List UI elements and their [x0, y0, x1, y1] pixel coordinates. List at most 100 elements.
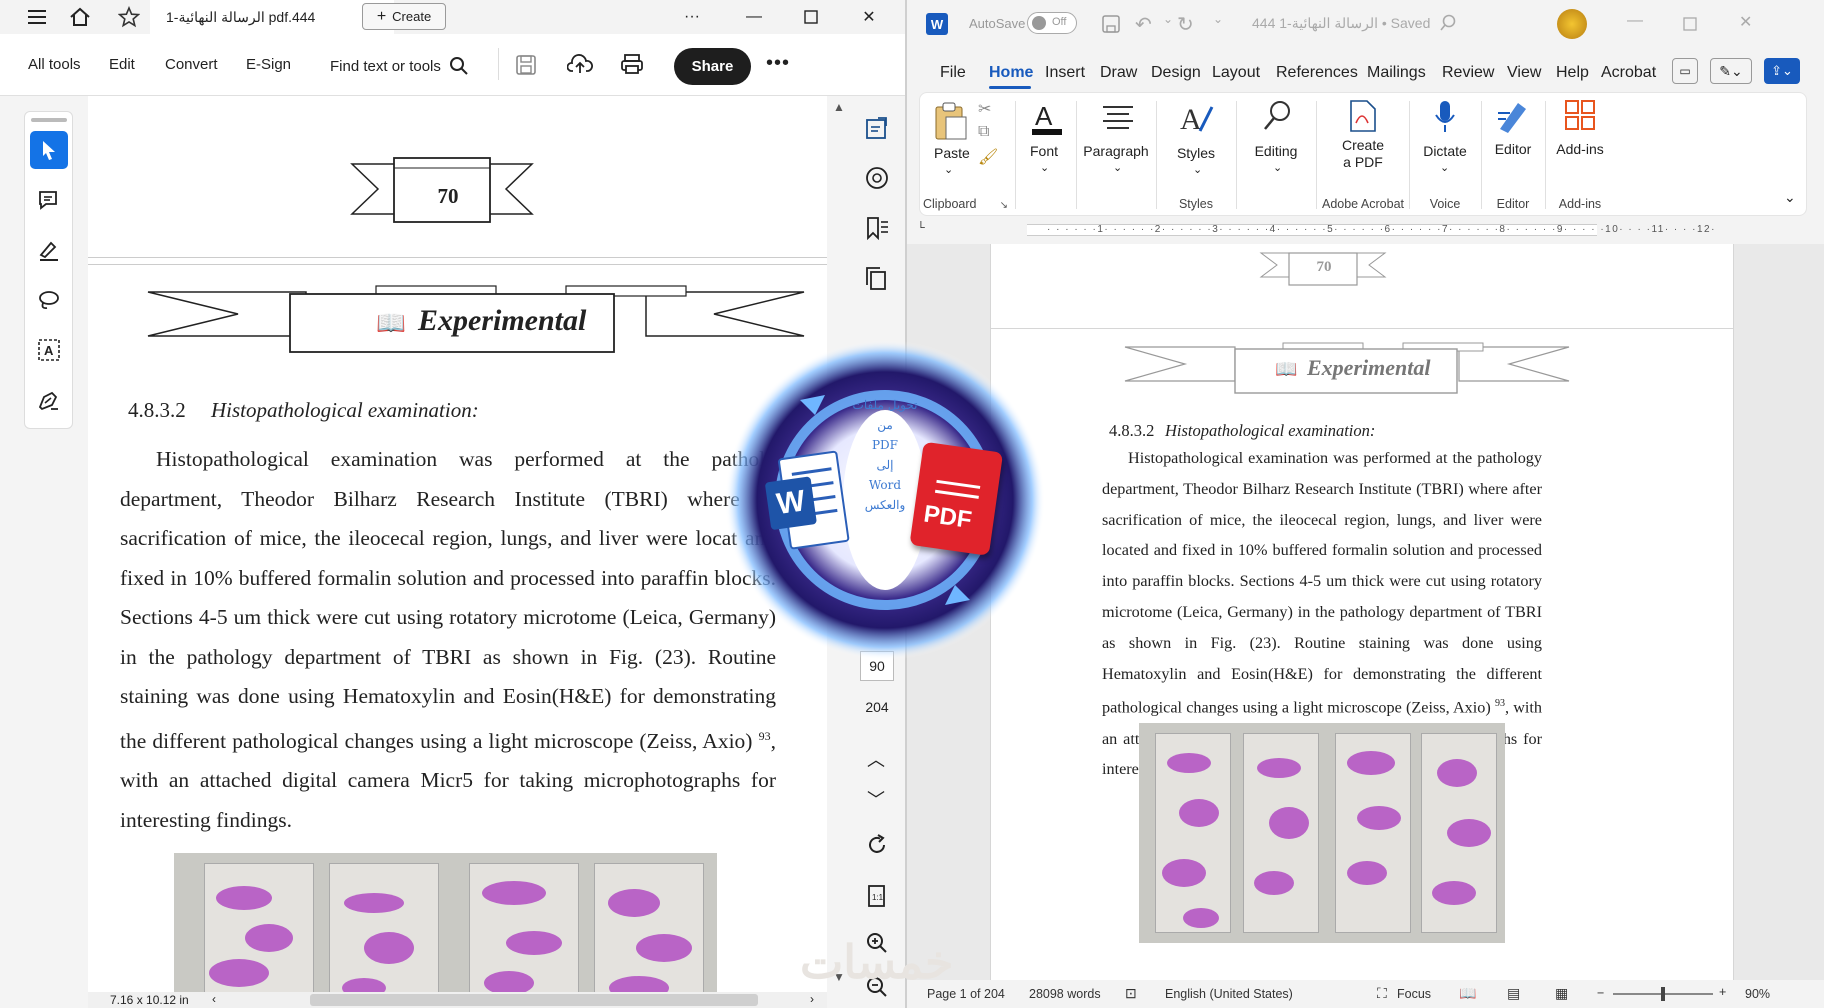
bookmark-icon[interactable] — [864, 216, 890, 240]
paste-dropdown-icon[interactable]: ⌄ — [944, 163, 953, 176]
print-icon[interactable] — [620, 53, 644, 75]
editor-icon[interactable] — [1496, 99, 1530, 135]
addins-icon[interactable] — [1564, 99, 1596, 131]
print-layout-icon[interactable]: ▤ — [1507, 985, 1520, 1002]
collapse-ribbon-icon[interactable]: ⌄ — [1784, 189, 1796, 206]
create-pdf-label-1[interactable]: Create — [1320, 137, 1406, 153]
microphone-icon[interactable] — [1434, 99, 1456, 135]
cut-icon[interactable]: ✂ — [978, 99, 991, 119]
zoom-out-icon[interactable]: − — [1597, 986, 1604, 1000]
proofing-icon[interactable]: ⊡ — [1125, 985, 1137, 1002]
tab-draw[interactable]: Draw — [1100, 64, 1137, 82]
minimize-icon[interactable]: — — [1627, 12, 1643, 30]
home-icon[interactable] — [63, 0, 97, 34]
tab-file[interactable]: File — [940, 64, 966, 82]
word-count[interactable]: 28098 words — [1029, 987, 1101, 1001]
fit-page-icon[interactable]: 1:1 — [866, 884, 888, 908]
tab-help[interactable]: Help — [1556, 64, 1589, 82]
document-title[interactable]: 444 الرسالة النهائية-1 • Saved — [1252, 15, 1430, 32]
more-tools-icon[interactable]: ••• — [766, 52, 790, 75]
save-icon[interactable] — [1101, 14, 1121, 34]
next-page-icon[interactable]: ﹀ — [867, 786, 885, 812]
select-tool-icon[interactable] — [30, 131, 68, 169]
minimize-icon[interactable]: — — [726, 0, 782, 34]
zoom-in-icon[interactable]: + — [1719, 985, 1726, 999]
format-painter-icon[interactable]: 🖌 — [978, 147, 998, 167]
menu-edit[interactable]: Edit — [109, 56, 135, 73]
menu-convert[interactable]: Convert — [165, 56, 218, 73]
page-count[interactable]: Page 1 of 204 — [927, 987, 1005, 1001]
addins-label[interactable]: Add-ins — [1548, 141, 1612, 157]
scroll-left-icon[interactable]: ‹ — [212, 992, 216, 1006]
close-window-icon[interactable]: ✕ — [841, 0, 897, 34]
maximize-icon[interactable] — [783, 0, 839, 34]
star-icon[interactable] — [112, 0, 146, 34]
comments-icon[interactable]: ▭ — [1672, 58, 1698, 84]
undo-icon[interactable]: ↶ — [1135, 12, 1152, 37]
tab-design[interactable]: Design — [1151, 64, 1201, 82]
paste-icon[interactable] — [932, 101, 968, 141]
pdf-page-view[interactable]: 70 📖 Experimental 4.8.3.2 Histopathologi… — [88, 96, 827, 1008]
share-button[interactable]: Share — [674, 48, 751, 85]
focus-label[interactable]: Focus — [1397, 987, 1431, 1001]
slides-photo[interactable] — [1139, 723, 1505, 943]
create-button[interactable]: + Create — [362, 3, 446, 30]
paragraph-group[interactable]: Paragraph ⌄ — [1080, 93, 1152, 217]
redo-icon[interactable]: ↻ — [1177, 12, 1194, 37]
find-text-box[interactable]: Find text or tools — [330, 56, 469, 76]
autosave-toggle[interactable]: Off — [1027, 12, 1077, 34]
read-mode-icon[interactable]: 📖 — [1459, 985, 1476, 1002]
previous-page-icon[interactable]: ︿ — [867, 746, 885, 772]
scroll-right-icon[interactable]: › — [810, 992, 814, 1006]
copy-icon[interactable]: ⧉ — [978, 123, 989, 141]
tab-view[interactable]: View — [1507, 64, 1541, 82]
tab-review[interactable]: Review — [1442, 64, 1494, 82]
sign-tool-icon[interactable] — [30, 381, 68, 419]
comment-tool-icon[interactable] — [30, 181, 68, 219]
document-tab[interactable]: الرسالة النهائية-1 pdf.444 ✕ — [150, 0, 394, 34]
editing-mode-icon[interactable]: ✎⌄ — [1710, 58, 1752, 84]
search-icon[interactable] — [1439, 14, 1457, 32]
text-box-tool-icon[interactable]: A — [30, 331, 68, 369]
menu-all-tools[interactable]: All tools — [28, 56, 81, 73]
pages-icon[interactable] — [864, 266, 890, 290]
tab-acrobat[interactable]: Acrobat — [1601, 64, 1656, 82]
share-icon[interactable]: ⇪⌄ — [1764, 58, 1800, 84]
font-group[interactable]: A Font ⌄ — [1018, 93, 1072, 217]
horizontal-scroll-thumb[interactable] — [310, 994, 758, 1006]
cloud-upload-icon[interactable] — [567, 53, 593, 75]
save-icon[interactable] — [515, 54, 537, 76]
editing-group[interactable]: Editing ⌄ — [1240, 93, 1312, 217]
web-layout-icon[interactable]: ▦ — [1555, 985, 1568, 1002]
edit-pdf-icon[interactable] — [864, 116, 890, 140]
paste-label[interactable]: Paste — [934, 145, 970, 161]
create-pdf-label-2[interactable]: a PDF — [1320, 154, 1406, 170]
focus-icon[interactable]: ⛶ — [1377, 985, 1387, 1002]
maximize-icon[interactable] — [1683, 10, 1697, 38]
styles-group[interactable]: A Styles ⌄ Styles — [1160, 93, 1232, 217]
draw-lasso-icon[interactable] — [30, 281, 68, 319]
highlight-tool-icon[interactable] — [30, 231, 68, 269]
hamburger-menu-icon[interactable] — [20, 0, 54, 34]
more-options-icon[interactable]: ··· — [664, 0, 720, 34]
tab-home[interactable]: Home — [989, 64, 1033, 82]
tab-insert[interactable]: Insert — [1045, 64, 1085, 82]
zoom-level[interactable]: 90% — [1745, 987, 1770, 1001]
customize-toolbar-icon[interactable]: ⌄ — [1213, 12, 1223, 26]
zoom-slider-thumb[interactable] — [1661, 987, 1665, 1001]
horizontal-ruler[interactable]: └ · · · · · ·1· · · · · ·2· · · · · ·3· … — [907, 216, 1824, 244]
dialog-launcher-icon[interactable]: ↘ — [1000, 200, 1008, 211]
tab-selector-icon[interactable]: └ — [917, 222, 925, 234]
menu-esign[interactable]: E-Sign — [246, 56, 291, 73]
editor-label[interactable]: Editor — [1484, 141, 1542, 157]
rail-handle[interactable] — [31, 118, 67, 122]
tab-mailings[interactable]: Mailings — [1367, 64, 1426, 82]
dictate-label[interactable]: Dictate — [1412, 143, 1478, 159]
tab-references[interactable]: References — [1276, 64, 1358, 82]
language[interactable]: English (United States) — [1165, 987, 1293, 1001]
ai-assistant-icon[interactable] — [864, 166, 890, 190]
close-window-icon[interactable]: ✕ — [1739, 12, 1752, 32]
document-page[interactable]: 📖 Experimental 4.8.3.2 Histopathological… — [990, 328, 1734, 980]
tab-layout[interactable]: Layout — [1212, 64, 1260, 82]
undo-dropdown-icon[interactable]: ⌄ — [1163, 12, 1173, 26]
